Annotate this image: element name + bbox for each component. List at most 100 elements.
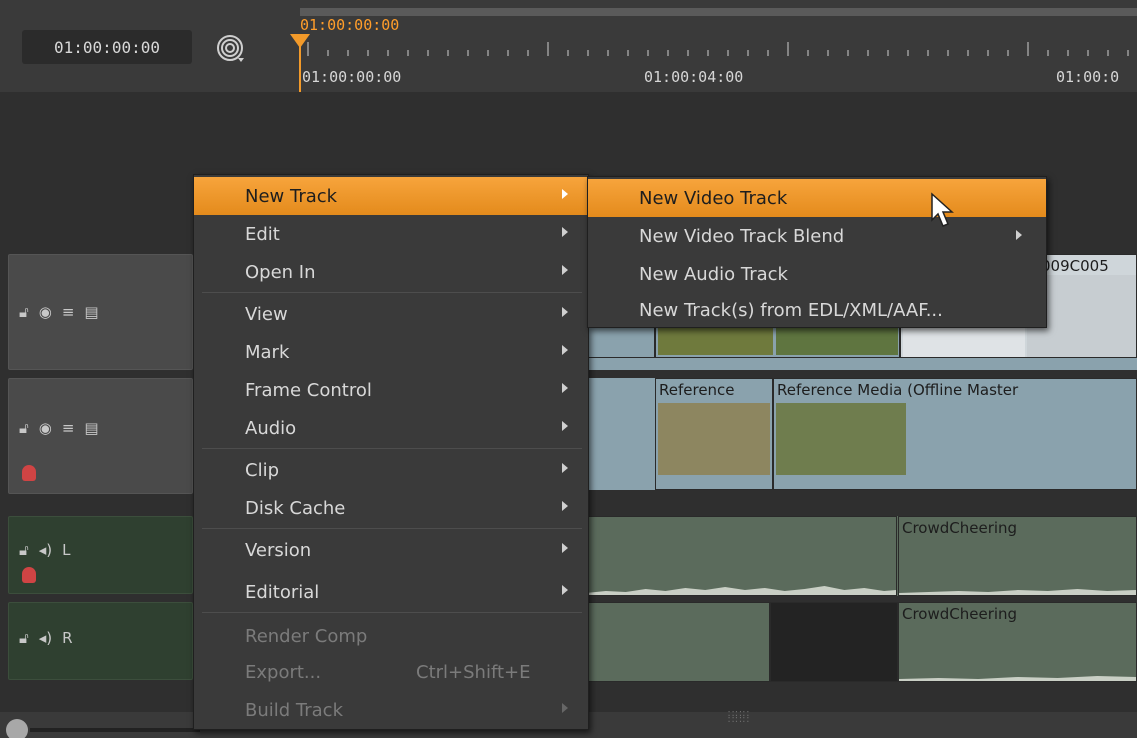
zoom-slider-track[interactable] — [30, 728, 200, 732]
eye-icon[interactable]: ◉ — [39, 419, 52, 437]
menu-item-audio[interactable]: Audio — [194, 409, 588, 447]
menu-item-label: Audio — [245, 418, 297, 439]
menu-item-label: Mark — [245, 342, 290, 363]
video-track-header[interactable]: 🔓︎ ◉ ≡ ▤ — [8, 254, 193, 370]
menu-item-clip[interactable]: Clip — [194, 451, 588, 489]
menu-item-edit[interactable]: Edit — [194, 215, 588, 253]
menu-item-disk-cache[interactable]: Disk Cache — [194, 489, 588, 527]
menu-item-label: Build Track — [245, 700, 344, 721]
submenu-arrow-icon — [562, 421, 568, 431]
layers-icon[interactable]: ≡ — [62, 303, 75, 321]
ruler-scroll-bar[interactable] — [300, 8, 1137, 16]
menu-item-new-video-track[interactable]: New Video Track — [588, 179, 1046, 217]
speaker-icon[interactable]: ◂) — [39, 541, 52, 559]
clip[interactable]: Reference Media (Offline Master — [773, 378, 1137, 490]
menu-item-export[interactable]: Export... Ctrl+Shift+E — [194, 653, 588, 691]
menu-item-mark[interactable]: Mark — [194, 333, 588, 371]
waveform — [899, 589, 1136, 595]
menu-item-new-track-from-edl[interactable]: New Track(s) from EDL/XML/AAF... — [588, 291, 1046, 329]
menu-item-view[interactable]: View — [194, 295, 588, 333]
clip-thumbnail — [776, 325, 898, 355]
menu-item-label: Open In — [245, 262, 316, 283]
ruler-label: 01:00:0 — [1056, 68, 1120, 86]
clip[interactable] — [585, 516, 897, 596]
database-icon[interactable]: ▤ — [84, 419, 98, 437]
menu-item-version[interactable]: Version — [194, 531, 588, 569]
menu-item-label: New Video Track Blend — [639, 226, 845, 247]
target-icon[interactable] — [216, 34, 248, 66]
audio-track: CrowdCheering — [585, 602, 1137, 682]
menu-item-label: Editorial — [245, 582, 320, 603]
menu-item-new-video-track-blend[interactable]: New Video Track Blend — [588, 217, 1046, 255]
submenu-arrow-icon — [562, 189, 568, 199]
ruler-label: 01:00:00:00 — [302, 68, 402, 86]
clip[interactable]: CrowdCheering — [898, 516, 1137, 596]
timeline-header: 01:00:00:00 01:00:00:00 01:00:00:00 01:0… — [0, 0, 1137, 92]
clip[interactable] — [585, 602, 770, 682]
menu-item-label: Export... — [245, 662, 322, 683]
channel-label: R — [62, 629, 73, 647]
clip[interactable]: CrowdCheering — [898, 602, 1137, 682]
lock-icon[interactable]: 🔓︎ — [19, 419, 29, 437]
playhead-timecode: 01:00:00:00 — [300, 16, 400, 34]
submenu-arrow-icon — [1016, 230, 1022, 240]
zoom-slider-knob[interactable] — [6, 719, 28, 738]
clip-gap — [770, 602, 898, 682]
clip-thumbnail — [658, 325, 773, 355]
clip-label: CrowdCheering — [902, 605, 1018, 623]
menu-item-new-audio-track[interactable]: New Audio Track — [588, 255, 1046, 293]
submenu-arrow-icon — [562, 345, 568, 355]
submenu-arrow-icon — [562, 585, 568, 595]
submenu-arrow-icon — [562, 501, 568, 511]
menu-item-label: Render Comp — [245, 626, 368, 647]
clip[interactable]: Reference — [655, 378, 773, 490]
context-menu: New Track Edit Open In View Mark Frame C… — [193, 174, 589, 730]
menu-item-label: View — [245, 304, 288, 325]
clip-thumbnail — [658, 403, 770, 475]
eye-icon[interactable]: ◉ — [39, 303, 52, 321]
mouse-pointer-icon — [931, 192, 954, 227]
menu-item-label: Edit — [245, 224, 280, 245]
audio-track-header[interactable]: 🔓︎ ◂) L — [8, 516, 193, 594]
playhead-marker[interactable] — [290, 34, 310, 48]
resize-grip-icon[interactable]: ∷∷∷ ∷∷∷ — [728, 710, 764, 736]
menu-item-open-in[interactable]: Open In — [194, 253, 588, 291]
menu-item-frame-control[interactable]: Frame Control — [194, 371, 588, 409]
waveform — [899, 676, 1136, 681]
submenu-arrow-icon — [562, 383, 568, 393]
lock-icon[interactable]: 🔓︎ — [19, 303, 29, 321]
menu-item-render-comp[interactable]: Render Comp — [194, 617, 588, 655]
menu-separator — [202, 528, 582, 529]
audio-track-header[interactable]: 🔓︎ ◂) R — [8, 602, 193, 680]
record-icon[interactable] — [22, 567, 36, 583]
submenu-arrow-icon — [562, 227, 568, 237]
menu-item-label: Frame Control — [245, 380, 372, 401]
layers-icon[interactable]: ≡ — [62, 419, 75, 437]
menu-item-new-track[interactable]: New Track — [194, 177, 588, 215]
speaker-icon[interactable]: ◂) — [39, 629, 52, 647]
menu-item-label: Disk Cache — [245, 498, 346, 519]
video-track-header[interactable]: 🔓︎ ◉ ≡ ▤ — [8, 378, 193, 494]
menu-item-label: New Audio Track — [639, 264, 788, 285]
menu-separator — [202, 612, 582, 613]
menu-item-label: New Track(s) from EDL/XML/AAF... — [639, 300, 943, 321]
menu-separator — [202, 448, 582, 449]
submenu-arrow-icon — [562, 265, 568, 275]
submenu-arrow-icon — [562, 463, 568, 473]
clip-thumbnail — [776, 403, 906, 475]
ruler-ticks — [307, 42, 1129, 56]
record-icon[interactable] — [22, 465, 36, 481]
lock-icon[interactable]: 🔓︎ — [19, 541, 29, 559]
submenu-arrow-icon — [562, 543, 568, 553]
clip-label: 009C005 — [1041, 257, 1109, 275]
ruler-label: 01:00:04:00 — [644, 68, 744, 86]
clip-label: CrowdCheering — [902, 519, 1018, 537]
timecode-display[interactable]: 01:00:00:00 — [22, 30, 192, 64]
menu-item-label: New Track — [245, 186, 338, 207]
clip-label: Reference — [659, 381, 735, 399]
lock-icon[interactable]: 🔓︎ — [19, 629, 29, 647]
database-icon[interactable]: ▤ — [84, 303, 98, 321]
menu-item-label: Clip — [245, 460, 279, 481]
menu-item-editorial[interactable]: Editorial — [194, 573, 588, 611]
menu-item-build-track[interactable]: Build Track — [194, 691, 588, 729]
